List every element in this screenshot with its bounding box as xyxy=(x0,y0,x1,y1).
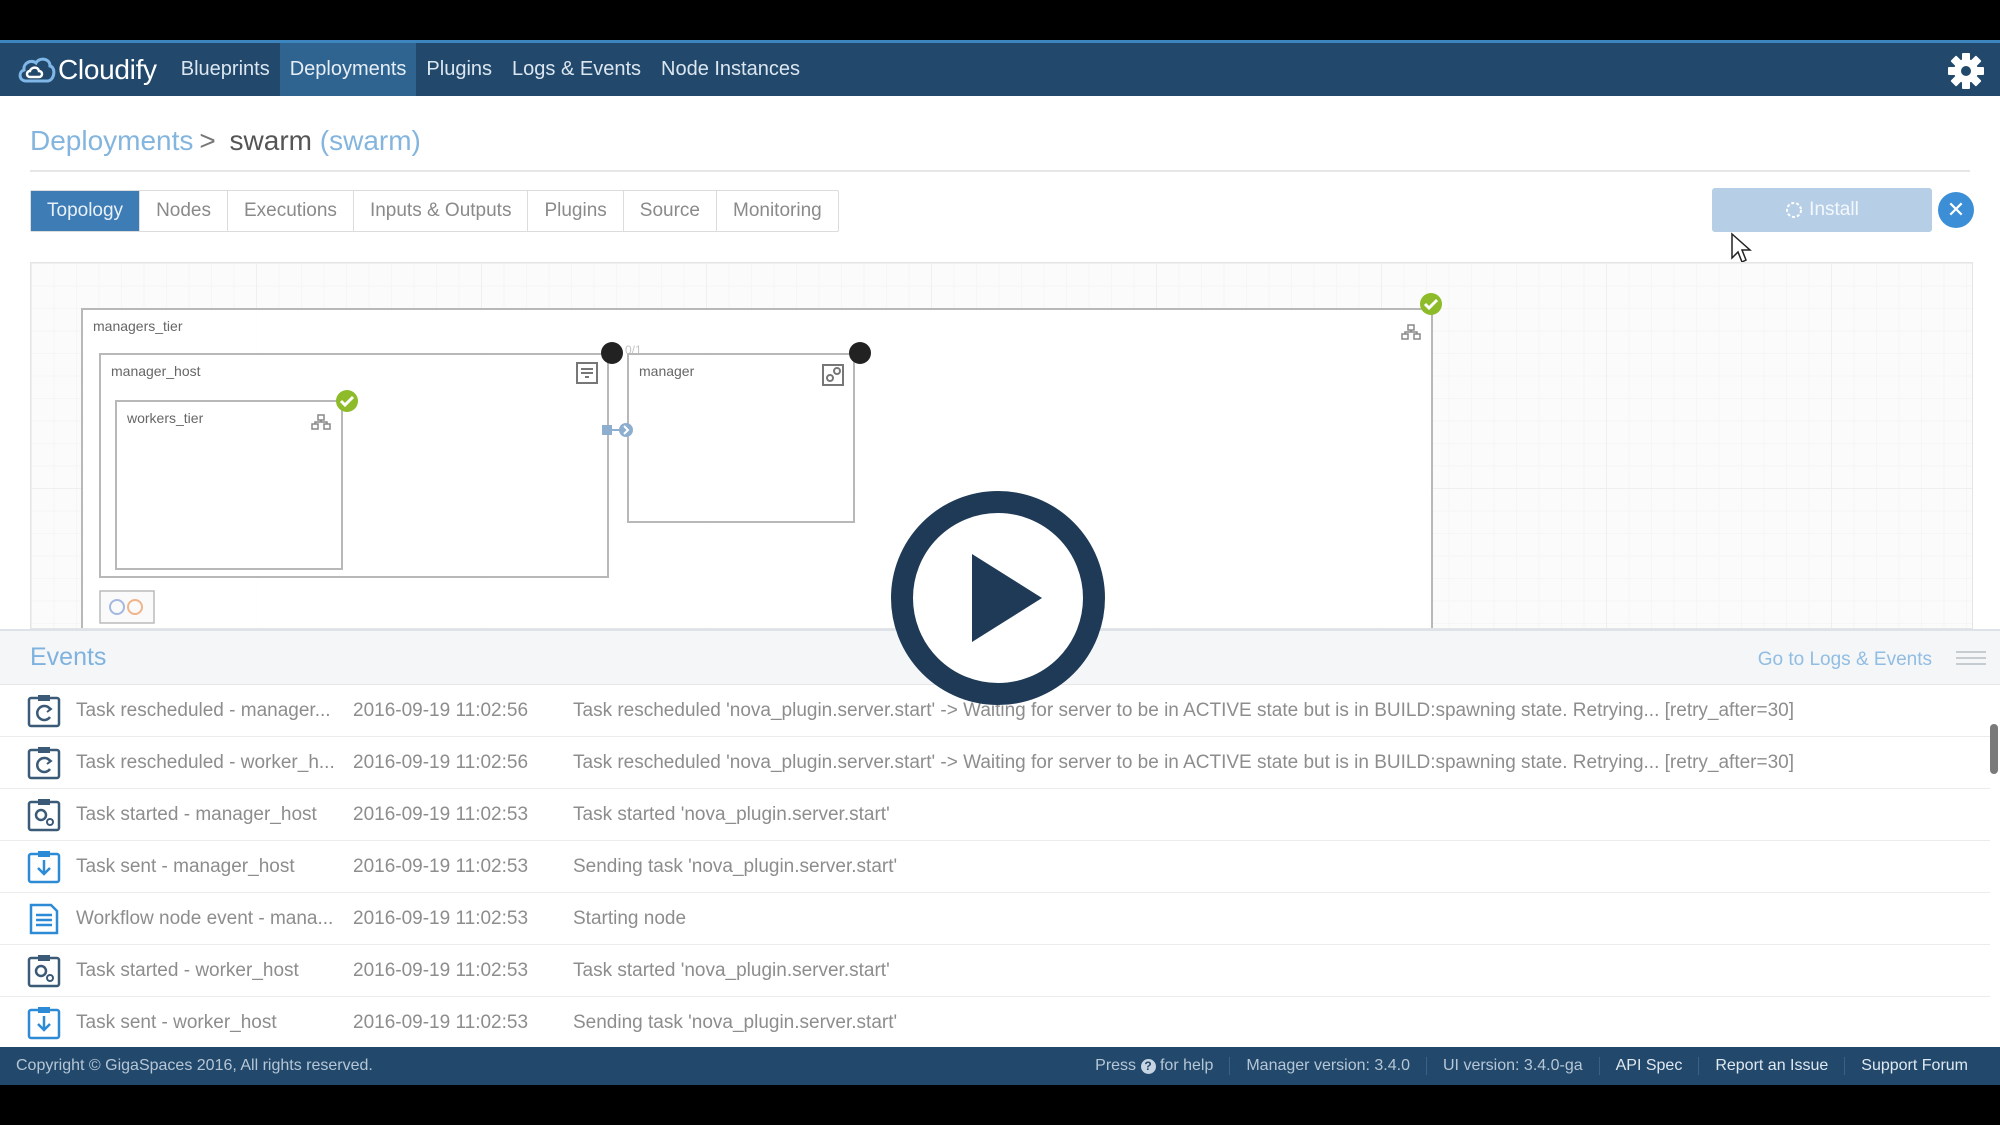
nav-deployments[interactable]: Deployments xyxy=(279,43,417,96)
logo-text: Cloudify xyxy=(58,53,157,85)
event-type: Task sent - manager_host xyxy=(76,855,295,877)
panel-menu-icon[interactable] xyxy=(1956,651,1986,665)
instances-badge-icon xyxy=(601,342,623,364)
event-row[interactable]: Task sent - manager_host 2016-09-19 11:0… xyxy=(0,841,1990,893)
gear-icon[interactable] xyxy=(1946,51,1986,91)
mouse-cursor-icon xyxy=(1731,232,1752,264)
node-label: workers_tier xyxy=(127,410,204,426)
help-suffix: for help xyxy=(1159,1057,1214,1074)
event-row[interactable]: Task sent - worker_host 2016-09-19 11:02… xyxy=(0,997,1990,1049)
event-type: Task rescheduled - worker_h... xyxy=(76,751,335,773)
node-label: manager_host xyxy=(111,363,201,379)
nav-node-instances[interactable]: Node Instances xyxy=(651,43,810,96)
task-started-icon xyxy=(27,954,61,987)
node-label: managers_tier xyxy=(93,318,183,334)
footer-links: Press ? for help Manager version: 3.4.0 … xyxy=(1079,1057,1984,1075)
event-row[interactable]: Task started - worker_host 2016-09-19 11… xyxy=(0,945,1990,997)
breadcrumb-current: swarm xyxy=(229,125,312,156)
logo[interactable]: Cloudify xyxy=(16,53,157,87)
event-timestamp: 2016-09-19 11:02:56 xyxy=(353,699,529,721)
event-message: Task started 'nova_plugin.server.start' xyxy=(573,959,890,981)
nav-plugins[interactable]: Plugins xyxy=(416,43,502,96)
nav-blueprints[interactable]: Blueprints xyxy=(171,43,280,96)
go-to-logs-events-link[interactable]: Go to Logs & Events xyxy=(1758,649,1932,671)
event-message: Task rescheduled 'nova_plugin.server.sta… xyxy=(573,699,1795,721)
breadcrumb-deployments-link[interactable]: Deployments xyxy=(30,125,193,156)
help-question-icon: ? xyxy=(1140,1059,1156,1074)
install-label: Install xyxy=(1809,199,1859,220)
event-timestamp: 2016-09-19 11:02:53 xyxy=(353,1012,529,1033)
node-label: manager xyxy=(639,363,695,379)
status-ok-icon xyxy=(1420,293,1442,315)
node-actions-icon[interactable] xyxy=(99,585,157,625)
event-message: Sending task 'nova_plugin.server.start' xyxy=(573,1012,898,1033)
top-navbar: Cloudify Blueprints Deployments Plugins … xyxy=(0,40,2000,96)
tab-inputs-outputs[interactable]: Inputs & Outputs xyxy=(354,191,529,231)
breadcrumb: Deployments > swarm (swarm) xyxy=(30,125,421,157)
event-timestamp: 2016-09-19 11:02:56 xyxy=(353,751,529,773)
cloud-logo-icon xyxy=(18,57,56,82)
task-sent-icon xyxy=(27,1007,61,1040)
tier-icon xyxy=(1401,324,1421,340)
server-icon xyxy=(576,362,598,384)
task-sent-icon xyxy=(27,850,61,883)
play-video-icon[interactable] xyxy=(890,490,1106,706)
node-workers-tier[interactable]: workers_tier xyxy=(115,400,343,570)
event-timestamp: 2016-09-19 11:02:53 xyxy=(353,907,529,929)
tier-icon xyxy=(311,414,331,430)
help-prefix: Press xyxy=(1095,1057,1137,1074)
deployment-tabs: Topology Nodes Executions Inputs & Outpu… xyxy=(30,190,839,232)
status-ok-icon xyxy=(336,390,358,412)
events-scrollbar[interactable] xyxy=(1990,724,1998,774)
manager-version: Manager version: 3.4.0 xyxy=(1229,1057,1426,1075)
software-component-icon xyxy=(822,364,844,386)
install-button[interactable]: Install xyxy=(1712,188,1932,232)
breadcrumb-separator: > xyxy=(199,125,216,156)
nav-logs-events[interactable]: Logs & Events xyxy=(502,43,651,96)
instances-badge-icon xyxy=(849,342,871,364)
event-type: Task started - worker_host xyxy=(76,959,299,981)
events-title: Events xyxy=(30,643,107,671)
copyright-text: Copyright © GigaSpaces 2016, All rights … xyxy=(16,1057,373,1074)
help-hint: Press ? for help xyxy=(1079,1057,1229,1075)
event-type: Task rescheduled - manager... xyxy=(76,699,331,721)
app-frame: Cloudify Blueprints Deployments Plugins … xyxy=(0,40,2000,1085)
task-started-icon xyxy=(27,798,61,831)
api-spec-link[interactable]: API Spec xyxy=(1598,1057,1699,1075)
event-row[interactable]: Task started - manager_host 2016-09-19 1… xyxy=(0,789,1990,841)
report-issue-link[interactable]: Report an Issue xyxy=(1698,1057,1844,1075)
footer: Copyright © GigaSpaces 2016, All rights … xyxy=(0,1047,2000,1085)
event-type: Task sent - worker_host xyxy=(76,1012,277,1033)
support-forum-link[interactable]: Support Forum xyxy=(1844,1057,1984,1075)
tab-monitoring[interactable]: Monitoring xyxy=(717,191,838,231)
node-manager[interactable]: manager xyxy=(627,353,855,523)
event-timestamp: 2016-09-19 11:02:53 xyxy=(353,959,529,981)
event-message: Sending task 'nova_plugin.server.start' xyxy=(573,855,898,877)
task-rescheduled-icon xyxy=(27,746,61,779)
event-message: Task rescheduled 'nova_plugin.server.sta… xyxy=(573,751,1795,773)
event-type: Task started - manager_host xyxy=(76,803,317,825)
event-timestamp: 2016-09-19 11:02:53 xyxy=(353,855,529,877)
tab-topology[interactable]: Topology xyxy=(31,191,141,231)
event-message: Task started 'nova_plugin.server.start' xyxy=(573,803,890,825)
header-divider xyxy=(30,170,1970,172)
breadcrumb-blueprint[interactable]: (swarm) xyxy=(320,125,421,156)
event-message: Starting node xyxy=(573,907,687,929)
relationship-connector-icon xyxy=(602,423,633,437)
event-row[interactable]: Workflow node event - mana... 2016-09-19… xyxy=(0,893,1990,945)
event-timestamp: 2016-09-19 11:02:53 xyxy=(353,803,529,825)
close-icon[interactable]: ✕ xyxy=(1938,192,1974,228)
event-row[interactable]: Task rescheduled - worker_h... 2016-09-1… xyxy=(0,737,1990,789)
task-rescheduled-icon xyxy=(27,694,61,727)
ui-version: UI version: 3.4.0-ga xyxy=(1426,1057,1599,1075)
tab-executions[interactable]: Executions xyxy=(228,191,354,231)
tab-source[interactable]: Source xyxy=(624,191,717,231)
workflow-node-event-icon xyxy=(29,903,59,934)
event-type: Workflow node event - mana... xyxy=(76,907,334,929)
tab-nodes[interactable]: Nodes xyxy=(140,191,228,231)
spinner-icon xyxy=(1786,202,1803,218)
tab-plugins[interactable]: Plugins xyxy=(528,191,624,231)
